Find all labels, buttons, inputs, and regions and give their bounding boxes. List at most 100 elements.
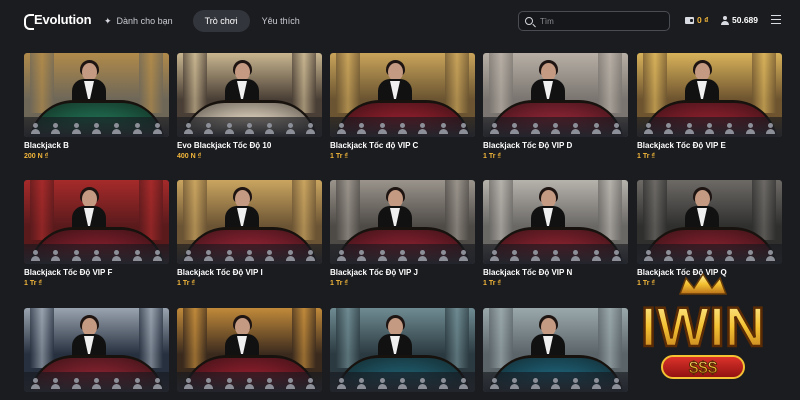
studio-decor — [139, 180, 163, 240]
game-title: Blackjack Tốc Độ VIP N — [483, 268, 573, 277]
game-card[interactable] — [24, 308, 169, 396]
seat-icon — [550, 249, 561, 261]
seat-icon — [203, 377, 214, 389]
game-card[interactable]: Blackjack Tốc Độ VIP J 1 Tr ₫ — [330, 180, 475, 287]
tab-for-you[interactable]: ✦ Dành cho bạn — [98, 10, 179, 32]
hamburger-menu-icon[interactable] — [771, 15, 781, 24]
seat-icon — [183, 377, 194, 389]
studio-decor — [183, 53, 207, 113]
seat-icon — [356, 377, 367, 389]
game-card[interactable]: Blackjack Tốc độ VIP C 1 Tr ₫ — [330, 53, 475, 160]
seat-icon — [285, 377, 296, 389]
game-thumbnail[interactable] — [177, 308, 322, 392]
seat-icon — [152, 377, 163, 389]
game-card[interactable] — [177, 308, 322, 396]
seat-icon — [91, 249, 102, 261]
game-card[interactable]: Blackjack Tốc Độ VIP N 1 Tr ₫ — [483, 180, 628, 287]
studio-decor — [292, 308, 316, 368]
game-thumbnail[interactable] — [330, 180, 475, 264]
seat-icon — [591, 122, 602, 134]
seat-icon — [570, 249, 581, 261]
game-thumbnail[interactable] — [483, 308, 628, 392]
seat-row — [483, 372, 628, 392]
seat-row — [24, 117, 169, 137]
game-thumbnail[interactable] — [24, 53, 169, 137]
seat-icon — [132, 377, 143, 389]
tab-favorites[interactable]: Yêu thích — [256, 10, 306, 32]
seat-icon — [724, 249, 735, 261]
seat-row — [177, 117, 322, 137]
game-thumbnail[interactable] — [330, 308, 475, 392]
search-box[interactable] — [518, 11, 670, 31]
top-bar: Evolution ✦ Dành cho bạn Trò chơi Yêu th… — [0, 0, 800, 44]
game-thumbnail[interactable] — [483, 180, 628, 264]
game-card[interactable]: Blackjack Tốc Độ VIP F 1 Tr ₫ — [24, 180, 169, 287]
game-card[interactable] — [330, 308, 475, 396]
balance-value: 0 ₫ — [697, 15, 709, 25]
game-min-bet: 1 Tr ₫ — [177, 280, 195, 287]
studio-decor — [30, 180, 54, 240]
seat-icon — [50, 377, 61, 389]
studio-decor — [139, 308, 163, 368]
seat-icon — [132, 249, 143, 261]
game-thumbnail[interactable] — [330, 53, 475, 137]
seat-icon — [704, 122, 715, 134]
seat-icon — [611, 249, 622, 261]
game-thumbnail[interactable] — [483, 53, 628, 137]
game-thumbnail[interactable] — [24, 180, 169, 264]
game-card[interactable]: Blackjack Tốc Độ VIP D 1 Tr ₫ — [483, 53, 628, 160]
seat-icon — [458, 122, 469, 134]
studio-decor — [598, 180, 622, 240]
seat-icon — [438, 249, 449, 261]
game-min-bet: 200 N ₫ — [24, 153, 49, 160]
studio-decor — [489, 180, 513, 240]
seat-icon — [264, 122, 275, 134]
balance-display[interactable]: 0 ₫ — [685, 15, 708, 25]
game-card[interactable]: Blackjack B 200 N ₫ — [24, 53, 169, 160]
game-min-bet: 400 N ₫ — [177, 153, 202, 160]
seat-icon — [417, 249, 428, 261]
game-card[interactable]: Blackjack Tốc Độ VIP Q1 Tr ₫ — [637, 180, 782, 287]
game-thumbnail[interactable] — [24, 308, 169, 392]
seat-icon — [489, 122, 500, 134]
seat-icon — [684, 122, 695, 134]
seat-row — [177, 244, 322, 264]
seat-icon — [509, 377, 520, 389]
game-thumbnail[interactable] — [637, 53, 782, 137]
game-card[interactable]: Evo Blackjack Tốc Độ 10 400 N ₫ — [177, 53, 322, 160]
game-card[interactable]: Blackjack Tốc Độ VIP I 1 Tr ₫ — [177, 180, 322, 287]
studio-decor — [752, 180, 776, 240]
seat-icon — [377, 122, 388, 134]
game-min-bet: 1 Tr ₫ — [483, 280, 501, 287]
evolution-logo-icon — [24, 13, 34, 30]
seat-icon — [91, 122, 102, 134]
game-thumbnail[interactable] — [637, 180, 782, 264]
seat-icon — [509, 249, 520, 261]
studio-decor — [183, 308, 207, 368]
seat-icon — [765, 249, 776, 261]
game-card[interactable] — [483, 308, 628, 396]
seat-icon — [591, 249, 602, 261]
wallet-icon — [685, 16, 694, 24]
seat-icon — [550, 122, 561, 134]
seat-icon — [224, 377, 235, 389]
search-input[interactable] — [540, 16, 660, 26]
seat-row — [637, 244, 782, 264]
watermark-text: IWIN — [641, 295, 765, 358]
seat-icon — [183, 249, 194, 261]
game-card[interactable]: Blackjack Tốc Độ VIP E 1 Tr ₫ — [637, 53, 782, 160]
seat-icon — [509, 122, 520, 134]
game-title: Blackjack Tốc Độ VIP E — [637, 141, 726, 150]
seat-icon — [305, 122, 316, 134]
studio-decor — [336, 53, 360, 113]
seat-icon — [264, 377, 275, 389]
game-thumbnail[interactable] — [177, 53, 322, 137]
evolution-logo[interactable]: Evolution — [24, 12, 92, 30]
seat-icon — [244, 377, 255, 389]
seat-row — [483, 117, 628, 137]
seat-icon — [30, 249, 41, 261]
seat-icon — [244, 249, 255, 261]
game-thumbnail[interactable] — [177, 180, 322, 264]
tab-games[interactable]: Trò chơi — [192, 10, 250, 32]
seat-icon — [203, 122, 214, 134]
